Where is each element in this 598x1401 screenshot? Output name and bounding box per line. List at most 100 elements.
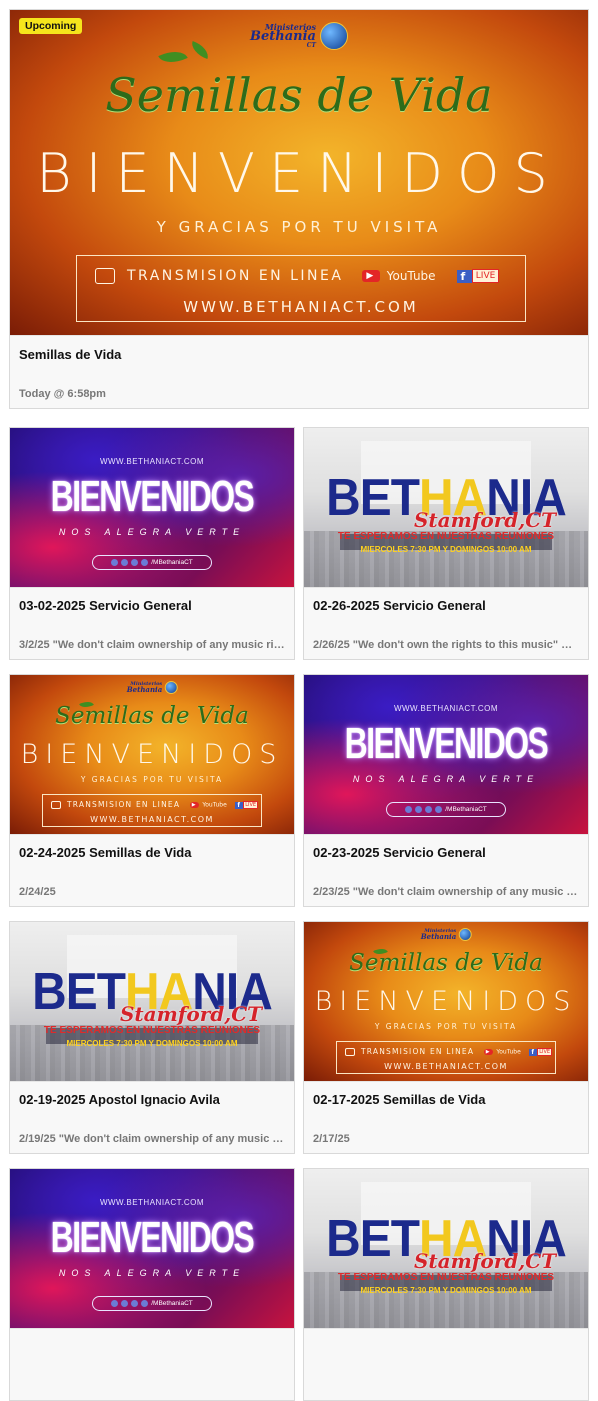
video-card[interactable]: WWW.BETHANIACT.COM BIENVENIDOS NOS ALEGR… (303, 674, 589, 907)
video-card[interactable]: WWW.BETHANIACT.COM BIENVENIDOS NOS ALEGR… (9, 1168, 295, 1401)
facebook-icon (111, 559, 119, 566)
website-text: WWW.BETHANIACT.COM (90, 815, 214, 824)
camera-icon (345, 1048, 355, 1056)
youtube-label: YouTube (386, 269, 436, 283)
welcome-heading: BIENVENIDOS (20, 739, 284, 770)
instagram-icon (141, 1300, 149, 1307)
video-info (304, 1328, 588, 1400)
video-card[interactable]: Ministerios Bethania Semillas de Vida BIE… (9, 674, 295, 907)
instagram-icon (141, 559, 149, 566)
youtube-icon: ▶ (483, 1049, 493, 1055)
stream-info-box: TRANSMISION EN LINEA ▶ YouTube f LIVE WWW… (336, 1041, 556, 1074)
facebook-icon (111, 1300, 119, 1307)
featured-thumbnail[interactable]: Upcoming Ministerios Bethania CT Semilla… (10, 10, 588, 335)
city-text: Stamford,CT (119, 1002, 262, 1026)
youtube-icon: ▶ (362, 270, 380, 282)
youtube-icon (121, 559, 129, 566)
website-text: WWW.BETHANIACT.COM (99, 1198, 205, 1207)
video-thumbnail[interactable]: WWW.BETHANIACT.COM BIENVENIDOS NOS ALEGR… (10, 1169, 294, 1328)
video-description: 2/24/25 (19, 886, 56, 898)
facebook-icon (405, 806, 413, 813)
semillas-script-title: Semillas de Vida (55, 703, 249, 729)
video-description: 3/2/25 "We don't claim ownership of any … (19, 639, 285, 651)
video-thumbnail[interactable]: WWW.BETHANIACT.COM BIENVENIDOS NOS ALEGR… (10, 428, 294, 587)
ministry-logo: Ministerios Bethania (127, 681, 178, 694)
social-handle-pill: /MBethaniaCT (92, 555, 212, 570)
semillas-script-title: Semillas de Vida (349, 950, 543, 976)
thanks-text: Y GRACIAS POR TU VISITA (374, 1022, 518, 1031)
video-thumbnail[interactable]: BETHANIA Stamford,CT TE ESPERAMOS EN NUE… (304, 1169, 588, 1328)
video-title[interactable]: 02-17-2025 Semillas de Vida (313, 1092, 579, 1107)
schedule-text: MIERCOLES 7:30 PM Y DOMINGOS 10:00 AM (66, 1039, 238, 1048)
leaf-icon (188, 40, 212, 60)
ministry-logo: Ministerios Bethania (421, 928, 472, 941)
welcome-heading: BIENVENIDOS (50, 1213, 255, 1262)
globe-icon (319, 22, 348, 50)
facebook-icon: f (529, 1048, 538, 1056)
globe-icon (164, 681, 178, 694)
website-text: WWW.BETHANIACT.COM (99, 457, 205, 466)
video-thumbnail[interactable]: BETHANIA Stamford,CT TE ESPERAMOS EN NUE… (304, 428, 588, 587)
video-card[interactable]: BETHANIA Stamford,CT TE ESPERAMOS EN NUE… (303, 427, 589, 660)
stream-info-box: TRANSMISION EN LINEA ▶ YouTube f LIVE WWW… (76, 255, 526, 322)
instagram-icon (435, 806, 443, 813)
live-label: LIVE (471, 269, 500, 283)
thanks-text: Y GRACIAS POR TU VISITA (80, 775, 224, 784)
video-title[interactable]: 02-26-2025 Servicio General (313, 598, 579, 613)
video-card[interactable]: BETHANIA Stamford,CT TE ESPERAMOS EN NUE… (9, 921, 295, 1154)
welcome-heading: BIENVENIDOS (314, 986, 578, 1017)
welcome-heading: BIENVENIDOS (50, 472, 255, 521)
video-info: 02-24-2025 Semillas de Vida 2/24/25 (10, 834, 294, 906)
video-thumbnail[interactable]: WWW.BETHANIACT.COM BIENVENIDOS NOS ALEGR… (304, 675, 588, 834)
schedule-text: MIERCOLES 7:30 PM Y DOMINGOS 10:00 AM (360, 545, 532, 554)
video-info (10, 1328, 294, 1400)
twitter-icon (131, 1300, 139, 1307)
city-text: Stamford,CT (413, 508, 556, 532)
facebook-icon: f (235, 801, 244, 809)
video-card[interactable]: WWW.BETHANIACT.COM BIENVENIDOS NOS ALEGR… (9, 427, 295, 660)
video-thumbnail[interactable]: Ministerios Bethania Semillas de Vida BIE… (304, 922, 588, 1081)
youtube-icon (415, 806, 423, 813)
video-info: 03-02-2025 Servicio General 3/2/25 "We d… (10, 587, 294, 659)
stream-label: TRANSMISION EN LINEA (127, 268, 344, 284)
featured-date: Today @ 6:58pm (19, 388, 106, 400)
ministry-logo: Ministerios Bethania CT (250, 22, 348, 50)
featured-info: Semillas de Vida Today @ 6:58pm (10, 335, 588, 408)
video-description: 2/17/25 (313, 1133, 350, 1145)
video-card[interactable]: BETHANIA Stamford,CT TE ESPERAMOS EN NUE… (303, 1168, 589, 1401)
featured-title[interactable]: Semillas de Vida (19, 347, 579, 362)
video-description: 2/19/25 "We don't claim ownership of any… (19, 1133, 285, 1145)
youtube-icon (121, 1300, 129, 1307)
globe-icon (458, 928, 472, 941)
welcome-subtitle: NOS ALEGRA VERTE (58, 1268, 246, 1278)
welcome-heading: BIENVENIDOS (344, 719, 549, 768)
video-title[interactable]: 03-02-2025 Servicio General (19, 598, 285, 613)
video-description: 2/23/25 "We don't claim ownership of any… (313, 886, 579, 898)
featured-video-card[interactable]: Upcoming Ministerios Bethania CT Semilla… (9, 9, 589, 409)
video-title[interactable]: 02-24-2025 Semillas de Vida (19, 845, 285, 860)
youtube-icon: ▶ (189, 802, 199, 808)
welcome-subtitle: NOS ALEGRA VERTE (58, 527, 246, 537)
video-card[interactable]: Ministerios Bethania Semillas de Vida BIE… (303, 921, 589, 1154)
upcoming-badge: Upcoming (19, 18, 83, 34)
video-thumbnail[interactable]: Ministerios Bethania Semillas de Vida BIE… (10, 675, 294, 834)
camera-icon (95, 268, 115, 284)
schedule-text: MIERCOLES 7:30 PM Y DOMINGOS 10:00 AM (360, 1286, 532, 1295)
website-text: WWW.BETHANIACT.COM (393, 704, 499, 713)
welcome-subtitle: NOS ALEGRA VERTE (352, 774, 540, 784)
semillas-script-title: Semillas de Vida (105, 68, 493, 122)
video-description: 2/26/25 "We don't own the rights to this… (313, 639, 579, 651)
camera-icon (51, 801, 61, 809)
leaf-icon (158, 45, 188, 69)
meetings-text: TE ESPERAMOS EN NUESTRAS REUNIONES (337, 1272, 555, 1283)
video-thumbnail[interactable]: BETHANIA Stamford,CT TE ESPERAMOS EN NUE… (10, 922, 294, 1081)
facebook-icon: f (456, 269, 472, 283)
twitter-icon (425, 806, 433, 813)
video-title[interactable]: 02-23-2025 Servicio General (313, 845, 579, 860)
video-title[interactable]: 02-19-2025 Apostol Ignacio Avila (19, 1092, 285, 1107)
social-handle-pill: /MBethaniaCT (386, 802, 506, 817)
meetings-text: TE ESPERAMOS EN NUESTRAS REUNIONES (337, 531, 555, 542)
video-info: 02-23-2025 Servicio General 2/23/25 "We … (304, 834, 588, 906)
meetings-text: TE ESPERAMOS EN NUESTRAS REUNIONES (43, 1025, 261, 1036)
welcome-heading: BIENVENIDOS (36, 142, 562, 205)
